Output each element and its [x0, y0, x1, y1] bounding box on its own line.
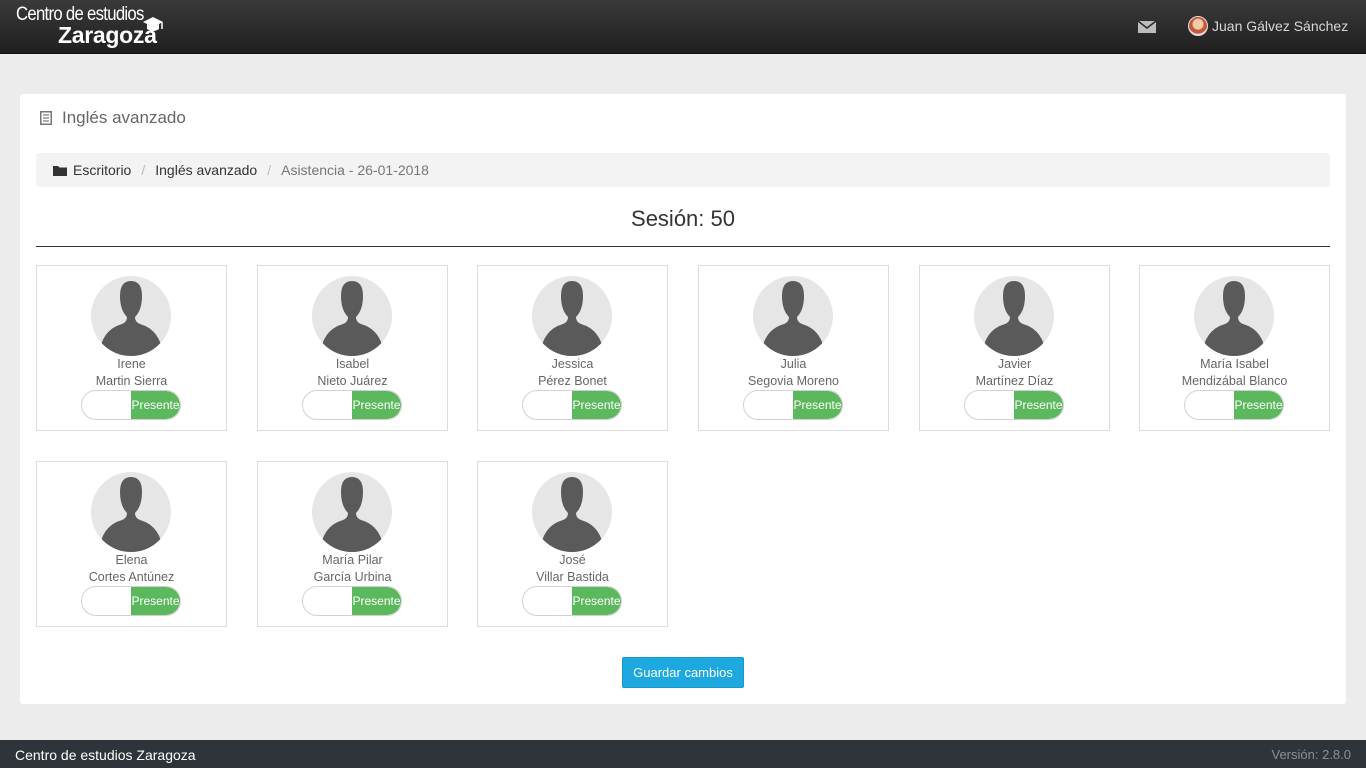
breadcrumb-course[interactable]: Inglés avanzado: [155, 162, 257, 178]
panel-heading: Inglés avanzado: [40, 108, 186, 128]
toggle-on-label: Presente: [572, 391, 621, 419]
student-first-name: Elena: [115, 553, 148, 567]
toggle-on-label: Presente: [352, 391, 401, 419]
toggle-on-label: Presente: [1014, 391, 1063, 419]
attendance-toggle[interactable]: Presente: [522, 586, 622, 616]
attendance-toggle[interactable]: Presente: [81, 586, 181, 616]
avatar-placeholder-icon: [532, 472, 612, 552]
user-menu[interactable]: Juan Gálvez Sánchez: [1188, 14, 1348, 38]
footer: Centro de estudios Zaragoza Versión: 2.8…: [0, 740, 1366, 768]
avatar-placeholder-icon: [532, 276, 612, 356]
folder-icon: [53, 165, 67, 176]
graduation-cap-icon: [143, 17, 163, 31]
attendance-panel: Inglés avanzado Escritorio / Inglés avan…: [20, 94, 1346, 704]
student-last-name: Martin Sierra: [95, 374, 168, 388]
student-last-name: Segovia Moreno: [747, 374, 840, 388]
student-first-name: Irene: [117, 357, 146, 371]
breadcrumb-separator: /: [267, 162, 272, 178]
toggle-on-label: Presente: [1234, 391, 1283, 419]
attendance-toggle[interactable]: Presente: [743, 390, 843, 420]
attendance-toggle[interactable]: Presente: [302, 586, 402, 616]
breadcrumb-separator: /: [141, 162, 146, 178]
panel-title: Inglés avanzado: [62, 108, 186, 127]
student-card: Javier Martínez Díaz Presente: [919, 265, 1110, 431]
student-card: Irene Martin Sierra Presente: [36, 265, 227, 431]
student-card: María Isabel Mendizábal Blanco Presente: [1139, 265, 1330, 431]
student-card: Isabel Nieto Juárez Presente: [257, 265, 448, 431]
user-avatar: [1188, 16, 1208, 36]
footer-brand: Centro de estudios Zaragoza: [15, 747, 196, 763]
breadcrumb-escritorio[interactable]: Escritorio: [73, 162, 131, 178]
footer-version: Versión: 2.8.0: [1271, 747, 1352, 762]
student-first-name: María Pilar: [322, 553, 383, 567]
breadcrumb-current: Asistencia - 26-01-2018: [281, 162, 429, 178]
avatar-placeholder-icon: [312, 276, 392, 356]
attendance-toggle[interactable]: Presente: [302, 390, 402, 420]
student-last-name: Mendizábal Blanco: [1181, 374, 1288, 388]
student-last-name: Villar Bastida: [536, 570, 609, 584]
student-last-name: Nieto Juárez: [317, 374, 388, 388]
student-first-name: Javier: [997, 357, 1032, 371]
session-title: Sesión: 50: [631, 206, 735, 231]
student-card: Elena Cortes Antúnez Presente: [36, 461, 227, 627]
breadcrumb: Escritorio / Inglés avanzado / Asistenci…: [36, 153, 1330, 187]
student-last-name: García Urbina: [313, 570, 392, 584]
avatar-placeholder-icon: [91, 472, 171, 552]
avatar-placeholder-icon: [1194, 276, 1274, 356]
attendance-toggle[interactable]: Presente: [1184, 390, 1284, 420]
save-changes-button[interactable]: Guardar cambios: [622, 657, 744, 688]
brand-logo[interactable]: Centro de estudios Zaragoza: [16, 3, 166, 51]
student-last-name: Martínez Díaz: [975, 374, 1054, 388]
student-card: José Villar Bastida Presente: [477, 461, 668, 627]
top-navbar: Centro de estudios Zaragoza Juan Gálvez …: [0, 0, 1366, 54]
student-card: María Pilar García Urbina Presente: [257, 461, 448, 627]
avatar-placeholder-icon: [974, 276, 1054, 356]
toggle-on-label: Presente: [352, 587, 401, 615]
avatar-placeholder-icon: [91, 276, 171, 356]
attendance-toggle[interactable]: Presente: [522, 390, 622, 420]
student-card: Julia Segovia Moreno Presente: [698, 265, 889, 431]
student-last-name: Cortes Antúnez: [88, 570, 175, 584]
student-first-name: Jessica: [551, 357, 594, 371]
avatar-placeholder-icon: [753, 276, 833, 356]
student-last-name: Pérez Bonet: [538, 374, 607, 388]
toggle-on-label: Presente: [572, 587, 621, 615]
document-icon: [40, 111, 52, 125]
student-first-name: Isabel: [335, 357, 370, 371]
attendance-toggle[interactable]: Presente: [81, 390, 181, 420]
student-first-name: Julia: [780, 357, 807, 371]
avatar-placeholder-icon: [312, 472, 392, 552]
toggle-on-label: Presente: [793, 391, 842, 419]
toggle-on-label: Presente: [131, 391, 180, 419]
student-first-name: José: [559, 553, 586, 567]
attendance-toggle[interactable]: Presente: [964, 390, 1064, 420]
student-card: Jessica Pérez Bonet Presente: [477, 265, 668, 431]
user-name: Juan Gálvez Sánchez: [1212, 18, 1349, 34]
divider: [36, 246, 1330, 247]
student-first-name: María Isabel: [1200, 357, 1269, 371]
mail-icon[interactable]: [1138, 20, 1156, 34]
toggle-on-label: Presente: [131, 587, 180, 615]
